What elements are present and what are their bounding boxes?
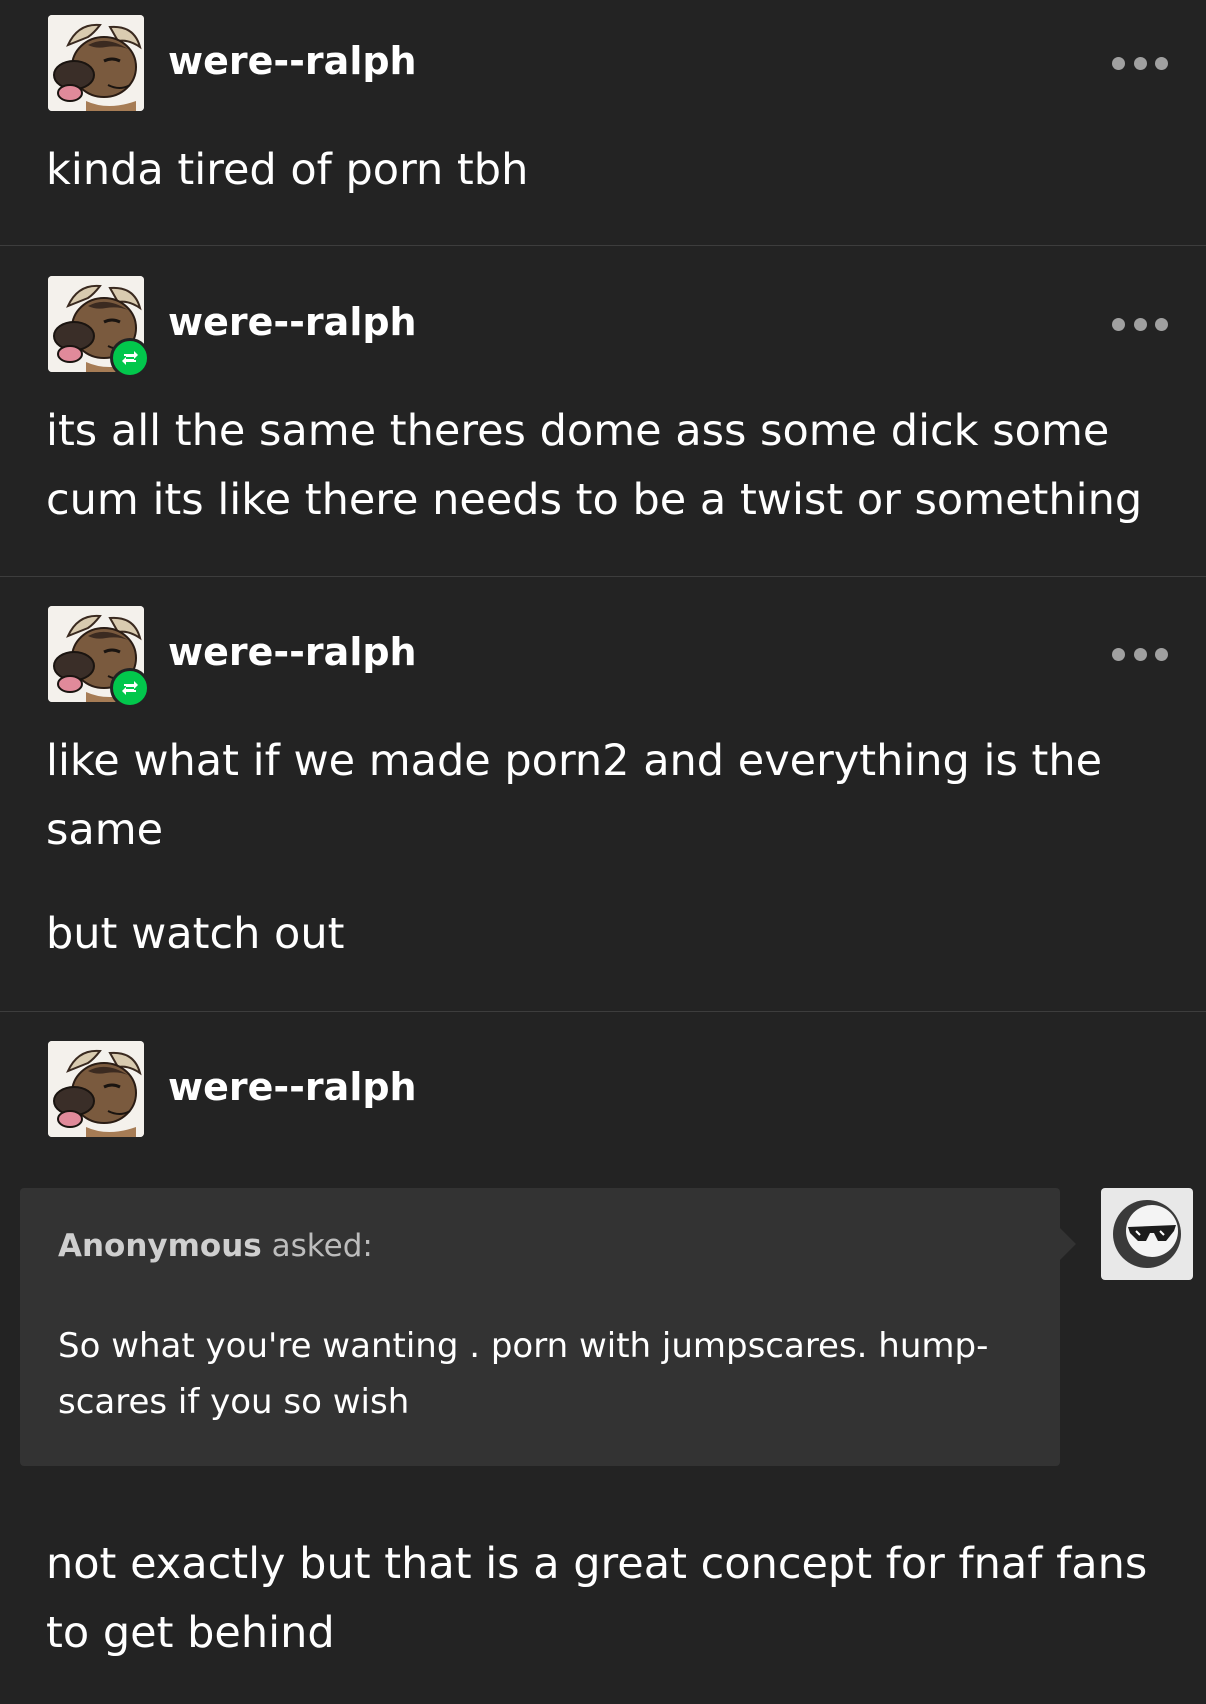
- asker-name: Anonymous: [58, 1228, 262, 1264]
- username[interactable]: were--ralph: [168, 1065, 417, 1109]
- post-text: but watch out: [46, 909, 345, 959]
- post-text: not exactly but that is a great concept …: [46, 1539, 1148, 1658]
- more-options-button[interactable]: [1112, 51, 1168, 75]
- ellipsis-icon: [1112, 56, 1125, 70]
- ellipsis-icon: [1112, 647, 1125, 661]
- username[interactable]: were--ralph: [168, 300, 417, 344]
- ask-header: Anonymous asked:: [58, 1228, 373, 1264]
- post-header: were--ralph: [48, 15, 1168, 111]
- ask-question: So what you're wanting . porn with jumps…: [58, 1326, 989, 1422]
- more-options-button[interactable]: [1112, 642, 1168, 666]
- ask-box: Anonymous asked: So what you're wanting …: [20, 1188, 1076, 1466]
- post-divider: [0, 245, 1206, 246]
- more-options-button[interactable]: [1112, 312, 1168, 336]
- reblog-icon: [122, 681, 138, 695]
- reblog-icon: [122, 351, 138, 365]
- username[interactable]: were--ralph: [168, 39, 417, 83]
- post-text: kinda tired of porn tbh: [46, 145, 529, 195]
- reblog-badge: [110, 338, 150, 378]
- post-header: were--ralph: [48, 606, 1168, 708]
- anon-avatar: [1101, 1188, 1193, 1280]
- reblog-badge: [110, 668, 150, 708]
- horned-animal-avatar-icon: [48, 15, 144, 111]
- ellipsis-icon: [1112, 317, 1125, 331]
- post-text: like what if we made porn2 and everythin…: [46, 736, 1103, 855]
- post-divider: [0, 576, 1206, 577]
- post-header: were--ralph: [48, 1041, 1168, 1137]
- asked-label: asked:: [271, 1228, 373, 1264]
- post-divider: [0, 1011, 1206, 1012]
- post-text: its all the same theres dome ass some di…: [46, 406, 1143, 525]
- username[interactable]: were--ralph: [168, 630, 417, 674]
- post-header: were--ralph: [48, 276, 1168, 378]
- avatar[interactable]: [48, 15, 144, 111]
- horned-animal-avatar-icon: [48, 1041, 144, 1137]
- sunglasses-anon-icon: [1113, 1200, 1181, 1268]
- avatar[interactable]: [48, 1041, 144, 1137]
